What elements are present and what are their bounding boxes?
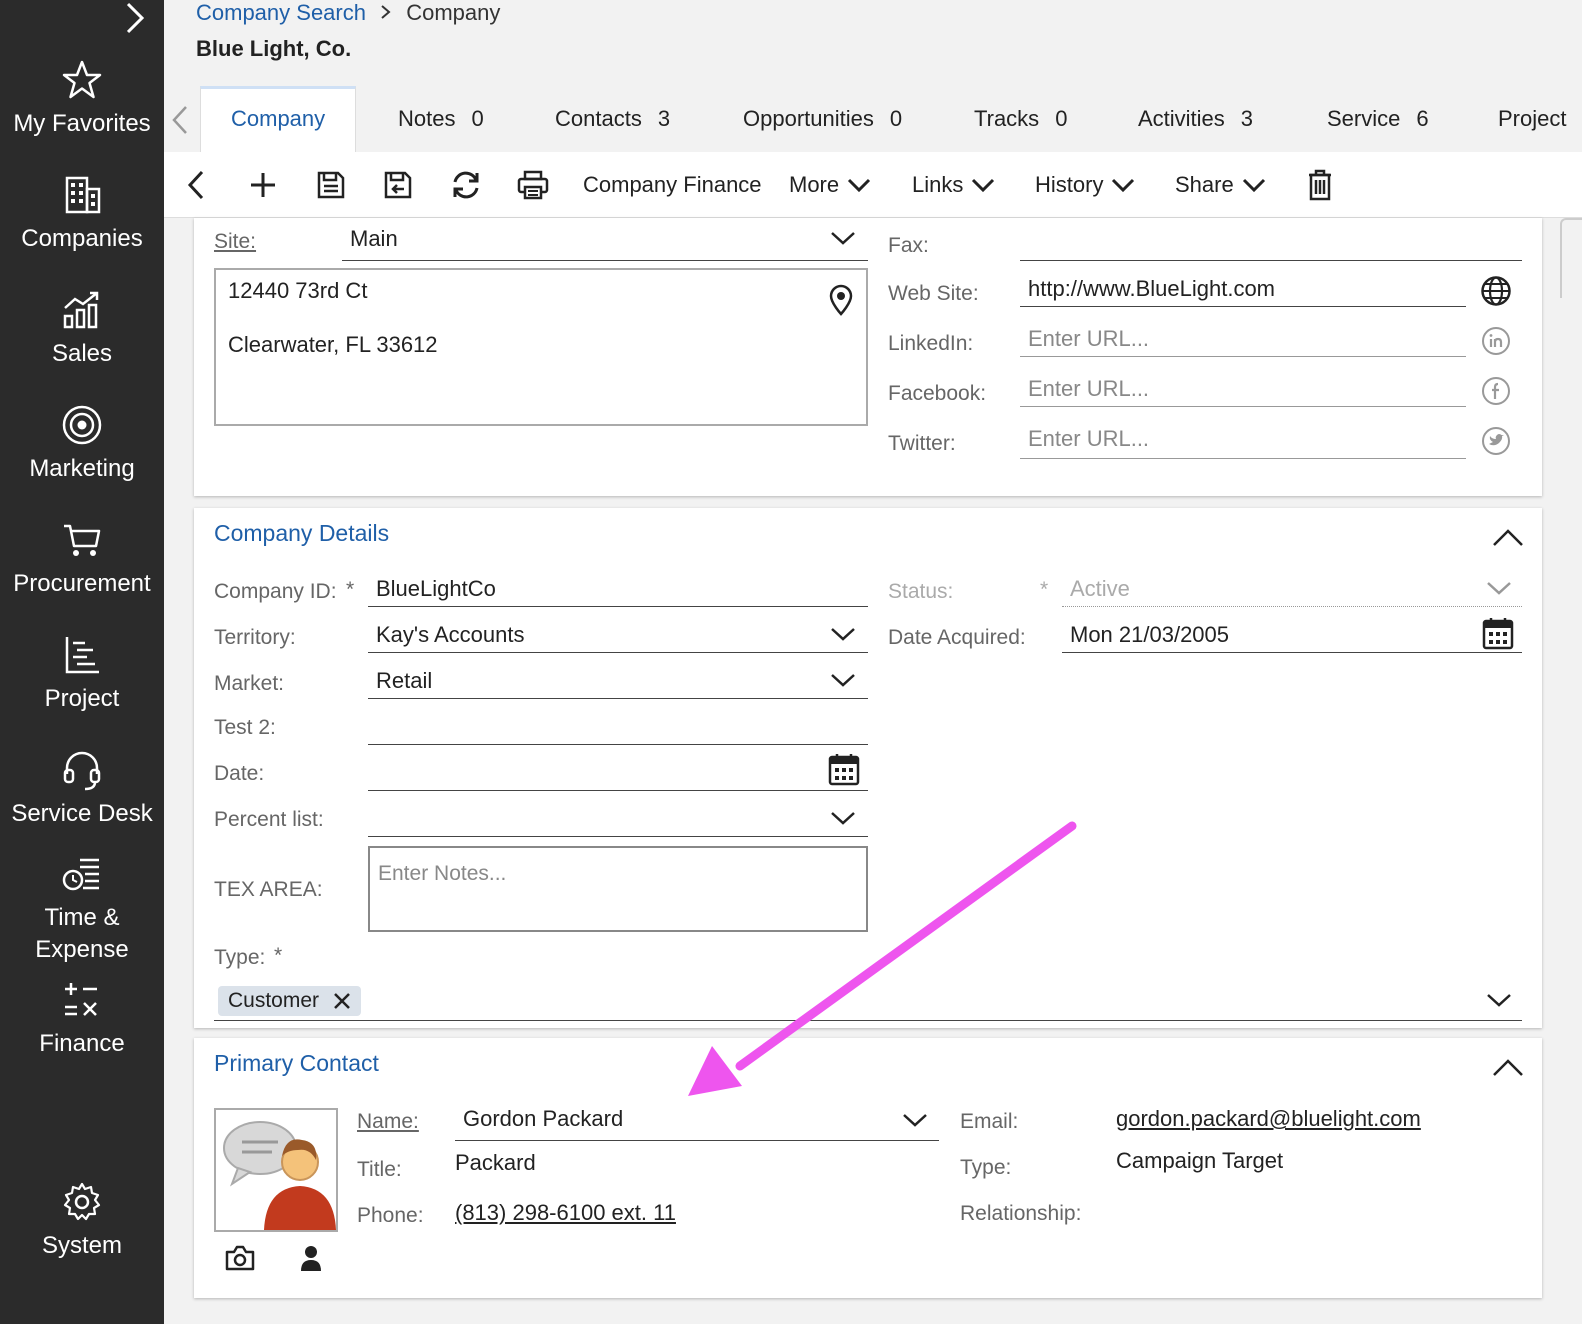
annotation-arrow-icon (688, 821, 1077, 1096)
